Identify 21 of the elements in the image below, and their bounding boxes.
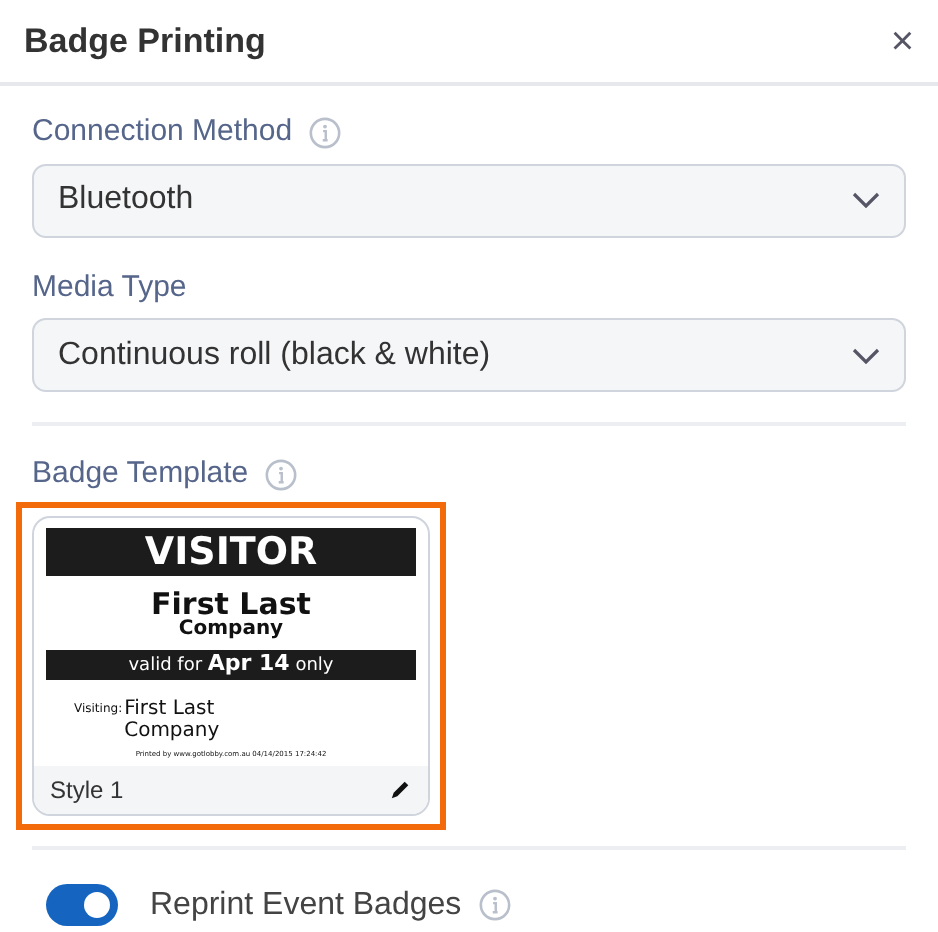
chevron-down-icon	[852, 192, 880, 208]
chevron-down-icon	[852, 347, 880, 363]
info-icon	[264, 457, 299, 492]
toggle-switch[interactable]	[46, 884, 118, 927]
visitor-name: First Last	[124, 697, 217, 719]
section-label: Badge Template	[32, 454, 249, 494]
dialog-title: Badge Printing	[24, 19, 266, 64]
select-field[interactable]: Continuous roll (black & white)	[32, 318, 906, 392]
badge-name: First Last	[149, 587, 313, 619]
field-label: Media Type	[32, 267, 187, 307]
info-icon	[477, 888, 512, 923]
close-button[interactable]: ×	[890, 21, 914, 61]
pencil-icon[interactable]	[390, 778, 412, 801]
toggle-label: Reprint Event Badges	[150, 885, 462, 926]
badge-validity: valid for Apr 14 only	[46, 649, 416, 679]
badge-heading: VISITOR	[46, 527, 416, 575]
select-field[interactable]: Bluetooth	[32, 163, 906, 237]
template-name: Style 1	[50, 773, 124, 808]
badge-company: Company	[176, 619, 286, 639]
visitor-company: Company	[124, 719, 220, 741]
field-label: Connection Method	[32, 112, 293, 152]
